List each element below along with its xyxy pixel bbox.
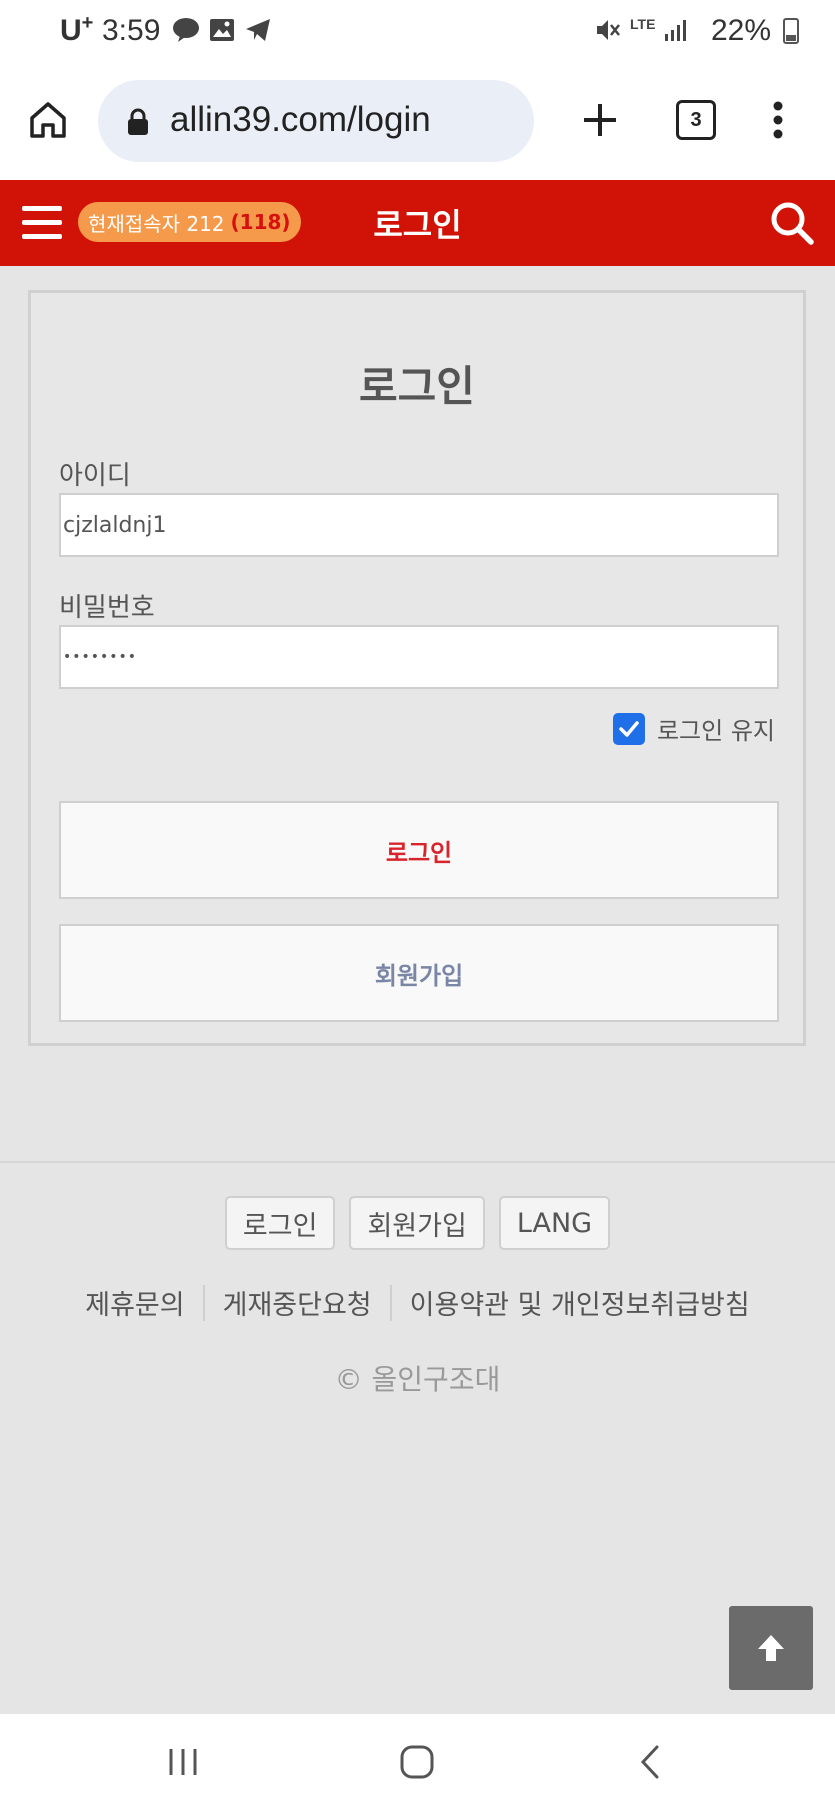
copyright: © 올인구조대	[334, 1363, 501, 1396]
url-text: allin39.com/login	[170, 100, 431, 139]
site-header: 현재접속자 212 (118) 로그인	[0, 180, 835, 266]
home-button[interactable]	[16, 88, 80, 152]
password-input[interactable]: ••••••••	[59, 625, 779, 689]
browser-toolbar: allin39.com/login 3	[0, 64, 835, 180]
id-input[interactable]	[59, 493, 779, 557]
search-icon[interactable]	[769, 200, 815, 246]
address-bar[interactable]: allin39.com/login	[98, 80, 534, 162]
scroll-top-button[interactable]	[729, 1606, 813, 1690]
footer-signup-button[interactable]: 회원가입	[349, 1196, 485, 1250]
more-vert-icon	[773, 101, 783, 139]
clock: 3:59	[102, 14, 161, 47]
system-nav-bar	[0, 1714, 835, 1810]
telegram-icon	[246, 19, 270, 41]
new-tab-button[interactable]	[568, 88, 632, 152]
talk-icon	[173, 18, 199, 42]
signal-icon	[665, 20, 686, 41]
password-label: 비밀번호	[59, 593, 155, 623]
tab-switcher-button[interactable]: 3	[664, 88, 728, 152]
footer-link-takedown[interactable]: 게재중단요청	[205, 1283, 390, 1322]
status-bar: U+ 3:59 LTE 22%	[0, 0, 835, 64]
footer-lang-button[interactable]: LANG	[498, 1196, 611, 1250]
tab-count: 3	[676, 100, 716, 140]
footer-login-button[interactable]: 로그인	[224, 1196, 336, 1250]
footer-buttons: 로그인 회원가입 LANG	[0, 1196, 835, 1250]
home-circle-icon	[400, 1745, 434, 1779]
back-icon	[640, 1745, 659, 1779]
carrier-label: U+	[60, 12, 94, 47]
page-title: 로그인	[373, 206, 462, 244]
browser-menu-button[interactable]	[746, 88, 810, 152]
footer-link-partnership[interactable]: 제휴문의	[67, 1283, 202, 1322]
battery-percent: 22%	[710, 14, 771, 47]
home-icon	[30, 102, 66, 138]
check-icon	[619, 720, 639, 737]
login-panel: 로그인 아이디 비밀번호 •••••••• 로그인 유지 로그인 회원가입	[28, 290, 806, 1046]
remember-checkbox[interactable]	[612, 712, 645, 745]
home-nav-button[interactable]	[387, 1732, 447, 1792]
network-label: LTE	[630, 16, 656, 32]
lock-icon	[128, 108, 148, 135]
back-button[interactable]	[620, 1732, 680, 1792]
recents-button[interactable]	[153, 1732, 213, 1792]
password-mask: ••••••••	[63, 649, 138, 665]
remember-login[interactable]: 로그인 유지	[612, 711, 775, 746]
mute-icon	[597, 20, 620, 40]
image-icon	[210, 19, 234, 41]
login-title: 로그인	[359, 362, 475, 411]
plus-icon	[584, 104, 616, 136]
login-button[interactable]: 로그인	[59, 801, 779, 899]
arrow-up-icon	[758, 1635, 784, 1661]
recents-icon	[169, 1749, 197, 1775]
battery-icon	[783, 18, 799, 44]
footer-link-terms[interactable]: 이용약관 및 개인정보취급방침	[392, 1283, 768, 1322]
id-label: 아이디	[59, 461, 131, 491]
footer-divider	[0, 1161, 835, 1163]
signup-button[interactable]: 회원가입	[59, 924, 779, 1022]
footer-links: 제휴문의 게재중단요청 이용약관 및 개인정보취급방침	[0, 1283, 835, 1322]
remember-label: 로그인 유지	[656, 717, 775, 745]
